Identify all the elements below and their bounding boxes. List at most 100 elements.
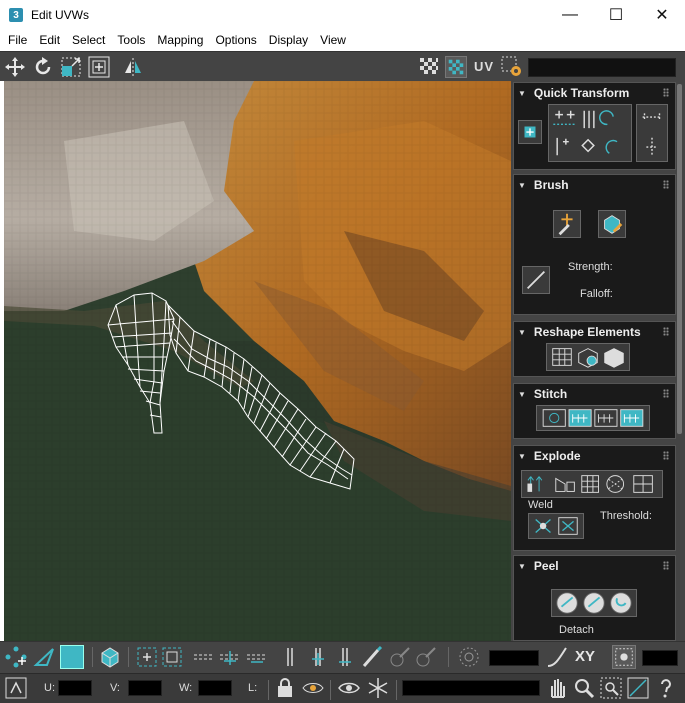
rotate-icon[interactable] [32,56,54,78]
move-icon[interactable] [4,56,26,78]
detach-label: Detach [559,624,594,636]
checker-pattern-icon[interactable] [418,56,440,78]
menu-view[interactable]: View [314,30,352,51]
collapse-triangle-icon[interactable]: ▼ [518,181,526,190]
rollout-header-reshape-elements[interactable]: ▼ Reshape Elements [514,322,675,342]
scale-icon[interactable] [60,56,82,78]
u-value-field[interactable] [58,680,92,696]
collapse-triangle-icon[interactable]: ▼ [518,452,526,461]
rollout-title: Reshape Elements [533,325,641,339]
zoom-icon[interactable] [572,676,596,700]
zoom-region-icon[interactable] [599,676,623,700]
paint-select-grow-icon[interactable] [388,645,412,669]
stitch-buttons-group[interactable] [536,405,650,431]
rollout-title: Peel [533,559,559,573]
maximize-button[interactable]: ☐ [593,0,639,30]
v-value-field[interactable] [128,680,162,696]
pan-hand-icon[interactable] [545,676,569,700]
settings-icon[interactable] [501,56,523,78]
top-search-field[interactable] [528,58,676,77]
reshape-buttons-group[interactable] [546,343,630,371]
face-select-icon[interactable] [60,645,84,669]
show-map-icon[interactable] [445,56,467,78]
panel-scrollbar[interactable] [677,84,682,434]
loop-shrink-icon[interactable] [245,645,269,669]
weld-buttons-group[interactable] [528,513,584,539]
limit-value-field[interactable] [642,650,678,666]
freeform-icon[interactable] [88,56,110,78]
freeze-snowflake-icon[interactable] [366,676,390,700]
close-button[interactable]: ✕ [639,0,685,30]
grip-icon[interactable] [663,327,669,336]
soft-selection-value-field[interactable] [489,650,539,666]
paint-select-shrink-icon[interactable] [414,645,438,669]
peel-buttons-group[interactable] [551,589,637,617]
filter-field[interactable] [402,680,540,696]
menu-options[interactable]: Options [209,30,262,51]
grip-icon[interactable] [663,451,669,460]
menu-display[interactable]: Display [263,30,314,51]
grip-icon[interactable] [663,561,669,570]
top-toolbar: UV [0,51,685,81]
shrink-selection-icon[interactable] [160,645,184,669]
align-buttons-group[interactable] [548,104,632,162]
v-label: V: [110,682,120,694]
strength-label: Strength: [568,261,613,273]
ring-shrink-icon[interactable] [333,645,357,669]
rollout-header-explode[interactable]: ▼ Explode [514,446,675,466]
rollout-title: Explode [533,449,581,463]
paint-select-icon[interactable] [360,645,384,669]
w-value-field[interactable] [198,680,232,696]
grip-icon[interactable] [663,180,669,189]
weld-label: Weld [528,499,553,511]
uv-viewport[interactable] [4,81,511,641]
lock-icon[interactable] [273,676,297,700]
collapse-triangle-icon[interactable]: ▼ [518,89,526,98]
grow-selection-icon[interactable] [135,645,159,669]
toolbar-separator [92,647,93,667]
align-side-buttons[interactable] [636,104,668,162]
element-select-icon[interactable] [98,645,122,669]
explode-buttons-group[interactable] [521,470,663,498]
mirror-icon[interactable] [122,56,144,78]
menu-edit[interactable]: Edit [33,30,66,51]
uv-label[interactable]: UV [474,59,494,74]
pivot-button[interactable] [518,120,542,144]
help-icon[interactable] [654,676,678,700]
rollout-header-stitch[interactable]: ▼ Stitch [514,384,675,404]
falloff-curve-icon[interactable] [545,645,569,669]
menu-mapping[interactable]: Mapping [151,30,209,51]
edge-select-icon[interactable] [33,645,57,669]
relax-brush-button[interactable] [598,210,626,238]
loop-grow-icon[interactable] [218,645,242,669]
brush-falloff-curve-button[interactable] [522,266,550,294]
absolute-offset-icon[interactable] [4,676,28,700]
rollout-title: Brush [533,178,569,192]
limit-selection-icon[interactable] [612,645,636,669]
menu-tools[interactable]: Tools [111,30,151,51]
rollout-header-quick-transform[interactable]: ▼ Quick Transform [514,83,675,103]
xy-coordinate-toggle[interactable]: XY [575,648,595,665]
zoom-extents-icon[interactable] [626,676,650,700]
visibility-eye-icon[interactable] [337,676,361,700]
grip-icon[interactable] [663,88,669,97]
minimize-button[interactable]: — [547,0,593,30]
ring-select-icon[interactable] [278,645,302,669]
collapse-triangle-icon[interactable]: ▼ [518,390,526,399]
soft-selection-icon[interactable] [457,645,481,669]
menu-select[interactable]: Select [66,30,111,51]
rollout-header-peel[interactable]: ▼ Peel [514,556,675,576]
show-hidden-icon[interactable] [301,676,325,700]
grip-icon[interactable] [663,389,669,398]
app-icon: 3 [9,8,23,22]
toolbar-separator [268,680,269,700]
loop-select-icon[interactable] [192,645,216,669]
rollout-header-brush[interactable]: ▼ Brush [514,175,675,195]
toolbar-separator [330,680,331,700]
vertex-select-icon[interactable] [4,645,28,669]
menu-file[interactable]: File [2,30,33,51]
collapse-triangle-icon[interactable]: ▼ [518,328,526,337]
collapse-triangle-icon[interactable]: ▼ [518,562,526,571]
paint-move-button[interactable] [553,210,581,238]
ring-grow-icon[interactable] [306,645,330,669]
